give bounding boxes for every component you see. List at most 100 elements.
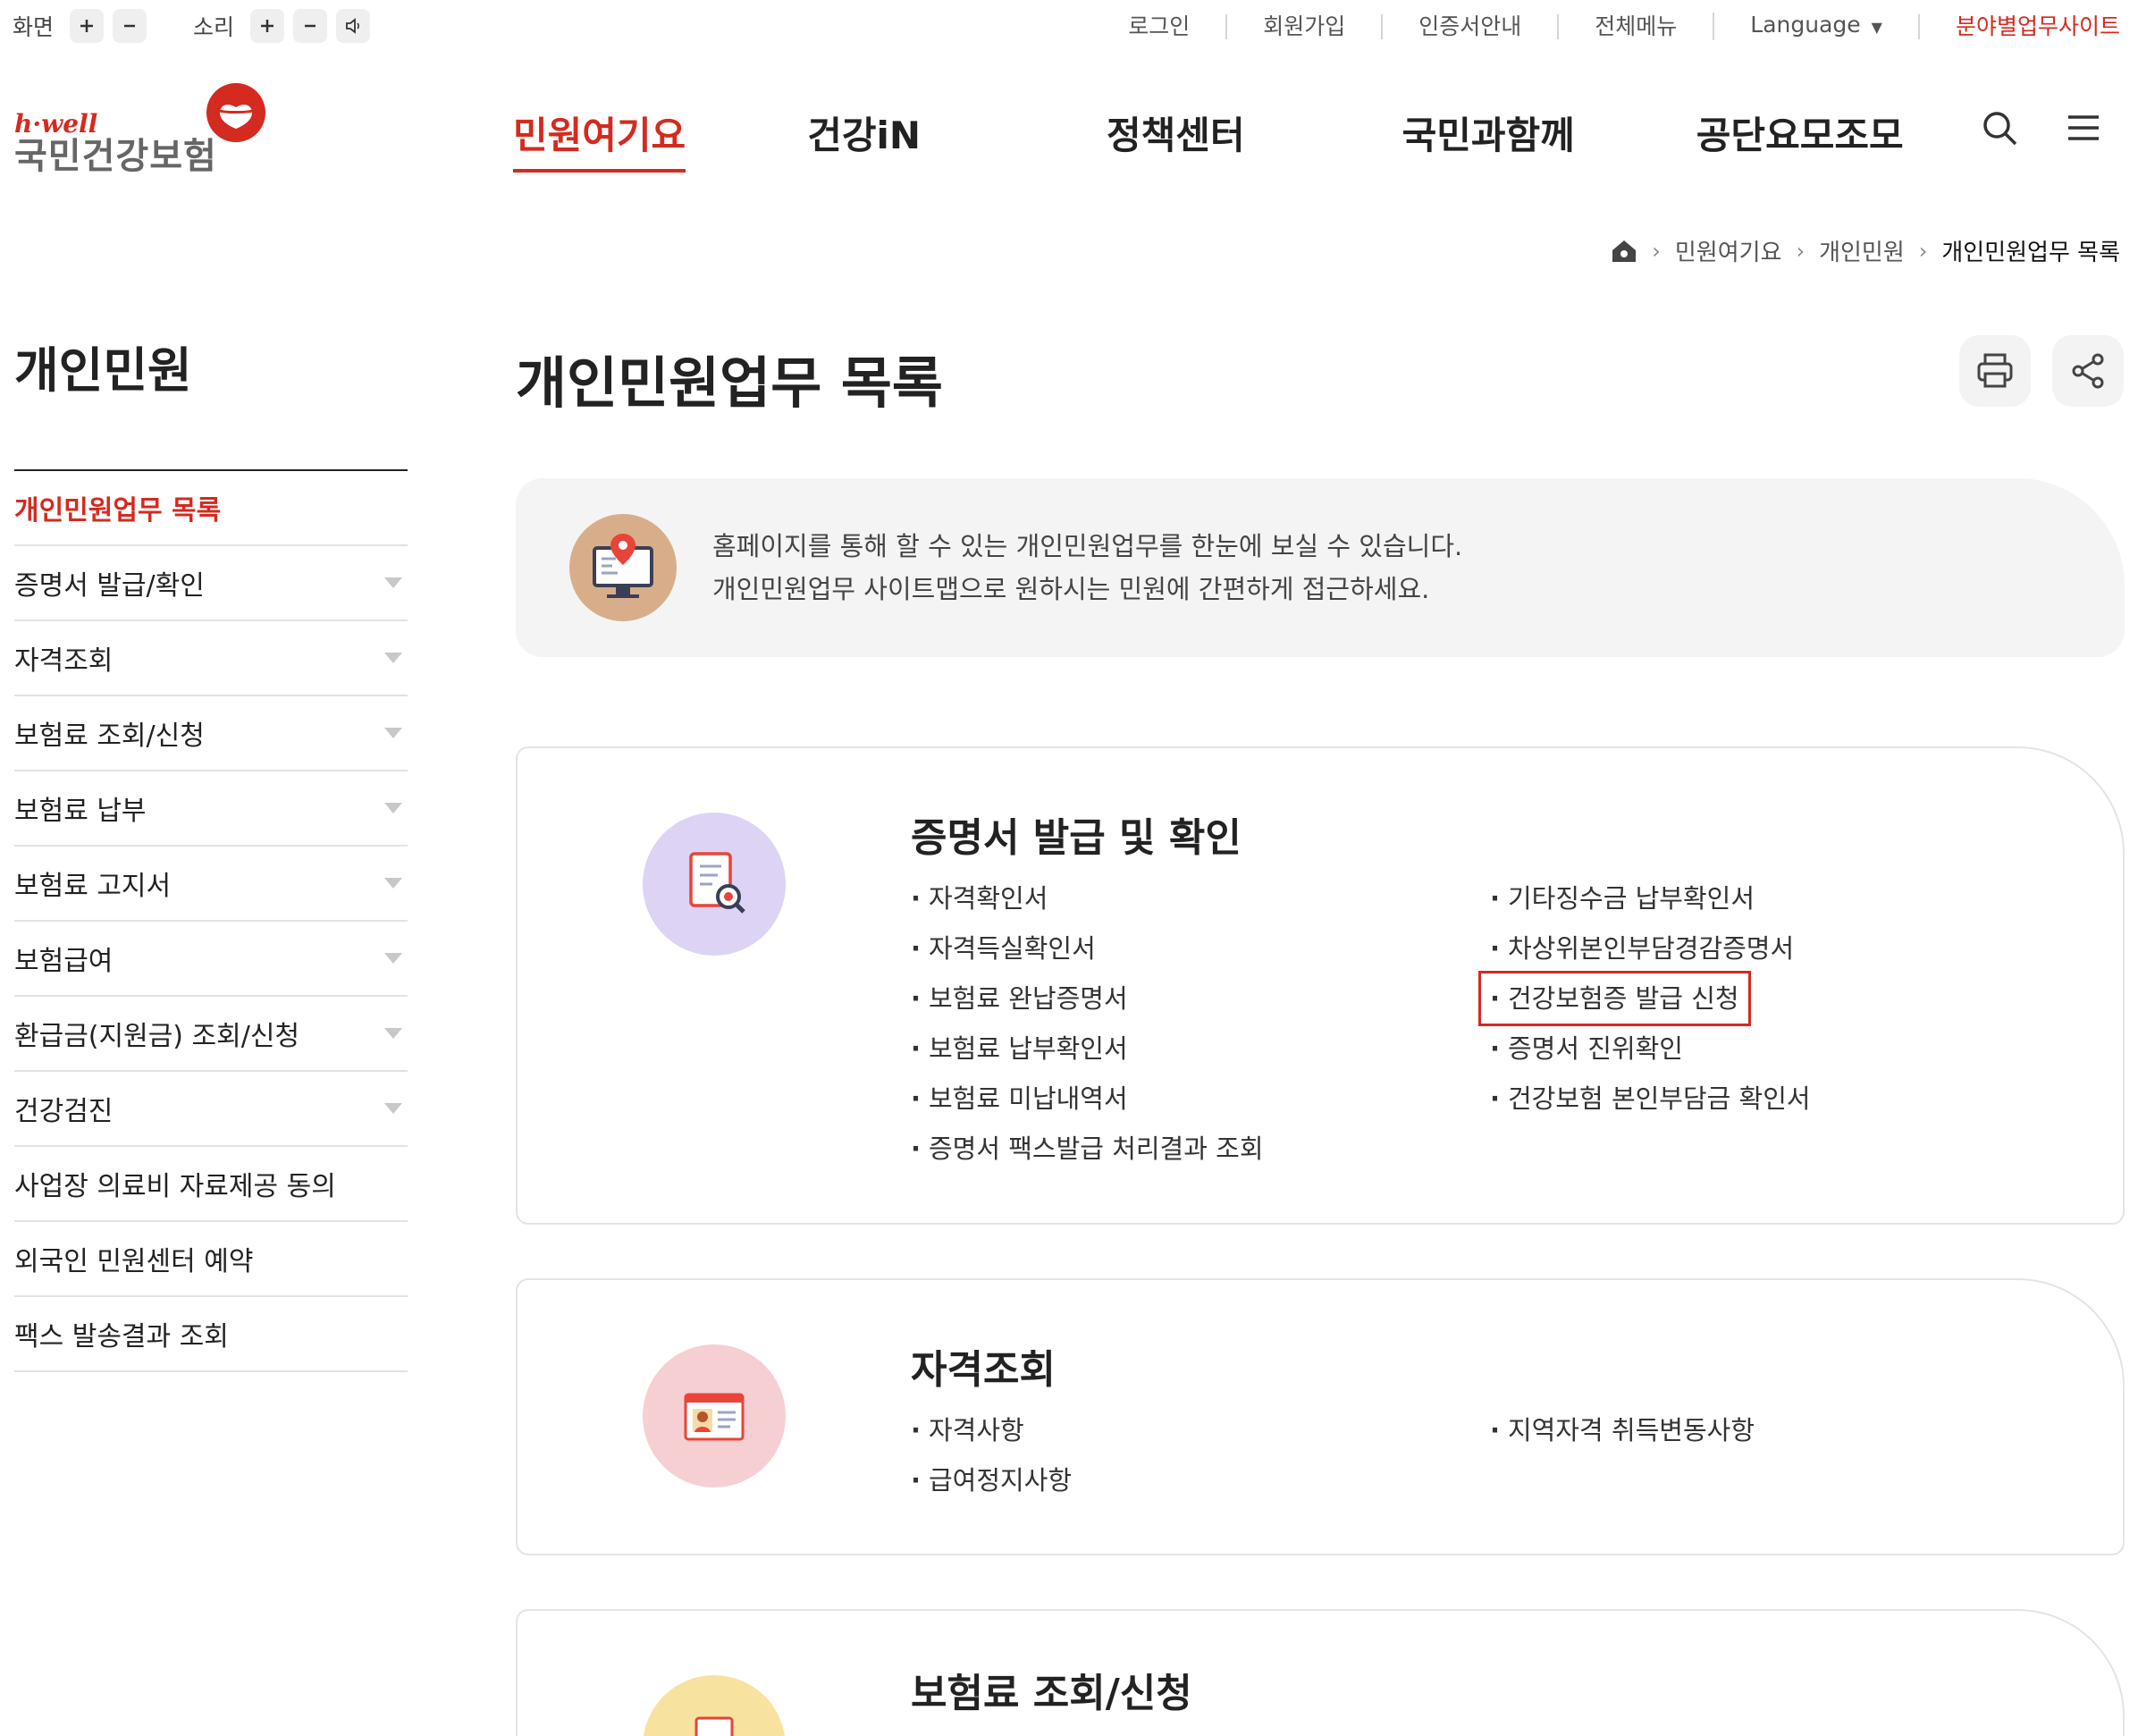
caret-down-icon — [384, 953, 402, 964]
document-magnifier-icon — [689, 852, 745, 914]
zoom-in-button[interactable] — [70, 9, 105, 43]
sidebar-item-label: 증명서 발급/확인 — [14, 570, 205, 602]
caret-down-icon — [384, 653, 402, 663]
link-other-charges-confirmation[interactable]: 기타징수금 납부확인서 — [1490, 873, 1811, 923]
sidebar-item-premium-inquiry[interactable]: 보험료 조회/신청 — [14, 696, 408, 771]
full-menu-link[interactable]: 전체메뉴 — [1557, 13, 1713, 39]
sidebar-item-certificates[interactable]: 증명서 발급/확인 — [14, 546, 408, 621]
sound-label: 소리 — [193, 14, 235, 40]
sidebar-item-label: 자격조회 — [14, 645, 114, 677]
sidebar-item-fax-result[interactable]: 팩스 발송결과 조회 — [14, 1297, 408, 1372]
sidebar-item-label: 보험료 납부 — [14, 796, 147, 827]
sidebar-item-label: 환급금(지원금) 조회/신청 — [14, 1021, 300, 1052]
heart-mascot-icon — [206, 83, 265, 142]
link-eligibility-certificate[interactable]: 자격확인서 — [911, 873, 1264, 923]
intro-text: 홈페이지를 통해 할 수 있는 개인민원업무를 한눈에 보실 수 있습니다. 개… — [712, 525, 1462, 611]
page-title: 개인민원업무 목록 — [516, 350, 943, 416]
sidebar-item-label: 외국인 민원센터 예약 — [14, 1246, 254, 1277]
section-title: 자격조회 — [911, 1347, 1056, 1393]
link-premium-unpaid-details[interactable]: 보험료 미납내역서 — [911, 1074, 1264, 1124]
breadcrumb: › 민원여기요 › 개인민원 › 개인민원업무 목록 — [1611, 234, 2120, 267]
field-sites-link[interactable]: 분야별업무사이트 — [1917, 13, 2120, 39]
link-regional-eligibility-changes[interactable]: 지역자격 취득변동사항 — [1490, 1405, 1755, 1455]
id-card-icon — [684, 1393, 745, 1441]
sidebar-item-refunds[interactable]: 환급금(지원금) 조회/신청 — [14, 997, 408, 1072]
sidebar-item-label: 팩스 발송결과 조회 — [14, 1321, 229, 1353]
sidebar-item-premium-payment[interactable]: 보험료 납부 — [14, 771, 408, 847]
nav-civil-service[interactable]: 민원여기요 — [513, 105, 686, 173]
site-logo[interactable]: h·well 국민건강보험 — [14, 80, 282, 179]
sidebar-item-foreigner-reservation[interactable]: 외국인 민원센터 예약 — [14, 1222, 408, 1297]
language-select[interactable]: Language ▼ — [1713, 13, 1918, 40]
sound-group: 소리 — [193, 9, 379, 43]
link-benefit-suspension[interactable]: 급여정지사항 — [911, 1455, 1072, 1505]
sidebar-item-benefits[interactable]: 보험급여 — [14, 922, 408, 997]
breadcrumb-current: 개인민원업무 목록 — [1941, 240, 2120, 266]
minus-icon — [305, 24, 316, 28]
certificate-guide-link[interactable]: 인증서안내 — [1381, 13, 1557, 39]
volume-up-button[interactable] — [250, 9, 285, 43]
share-icon — [2072, 353, 2104, 389]
plus-icon — [261, 20, 274, 32]
sidebar-item-eligibility[interactable]: 자격조회 — [14, 621, 408, 696]
section-links-left: 자격확인서 자격득실확인서 보험료 완납증명서 보험료 납부확인서 보험료 미납… — [911, 873, 1264, 1174]
hamburger-menu-icon[interactable] — [2065, 109, 2102, 147]
chevron-right-icon: › — [1918, 238, 1928, 264]
section-links-right: 기타징수금 납부확인서 차상위본인부담경감증명서 건강보험증 발급 신청 증명서… — [1478, 873, 1811, 1124]
monitor-location-pin-icon — [593, 534, 653, 598]
login-link[interactable]: 로그인 — [1092, 13, 1225, 39]
zoom-out-button[interactable] — [113, 9, 147, 43]
section-title: 증명서 발급 및 확인 — [911, 815, 1242, 861]
caret-down-icon — [384, 1103, 402, 1114]
utility-links: 로그인 회원가입 인증서안내 전체메뉴 Language ▼ 분야별업무사이트 — [1092, 13, 2120, 40]
sidebar-item-health-checkup[interactable]: 건강검진 — [14, 1072, 408, 1147]
link-eligibility-history[interactable]: 자격득실확인서 — [911, 923, 1264, 973]
accessibility-controls: 화면 소리 — [13, 9, 417, 43]
link-fax-issue-result[interactable]: 증명서 팩스발급 처리결과 조회 — [911, 1124, 1264, 1174]
share-button[interactable] — [2052, 335, 2124, 407]
home-icon[interactable] — [1611, 239, 1637, 264]
link-health-card-issuance[interactable]: 건강보험증 발급 신청 — [1478, 971, 1751, 1026]
plus-icon — [80, 20, 94, 32]
sidebar-menu: 개인민원업무 목록 증명서 발급/확인 자격조회 보험료 조회/신청 보험료 납… — [14, 471, 408, 1372]
speaker-button[interactable] — [336, 9, 371, 43]
breadcrumb-item[interactable]: 민원여기요 — [1675, 234, 1782, 267]
nav-about-nhis[interactable]: 공단요모조모 — [1696, 105, 1904, 160]
nav-policy-center[interactable]: 정책센터 — [1107, 105, 1245, 160]
breadcrumb-item[interactable]: 개인민원 — [1819, 234, 1905, 267]
volume-down-button[interactable] — [293, 9, 328, 43]
link-eligibility-details[interactable]: 자격사항 — [911, 1405, 1072, 1455]
link-certificate-verification[interactable]: 증명서 진위확인 — [1490, 1024, 1811, 1074]
link-premium-paid-certificate[interactable]: 보험료 완납증명서 — [911, 973, 1264, 1024]
nav-with-citizens[interactable]: 국민과함께 — [1402, 105, 1575, 160]
link-copayment-confirmation[interactable]: 건강보험 본인부담금 확인서 — [1490, 1074, 1811, 1124]
language-label: Language — [1750, 12, 1861, 38]
sidebar-item-label: 개인민원업무 목록 — [14, 495, 222, 527]
sidebar-title: 개인민원 — [14, 342, 192, 399]
link-near-poverty-certificate[interactable]: 차상위본인부담경감증명서 — [1490, 923, 1811, 973]
section-eligibility: 자격조회 자격사항 급여정지사항 지역자격 취득변동사항 — [516, 1278, 2125, 1555]
link-premium-payment-confirmation[interactable]: 보험료 납부확인서 — [911, 1024, 1264, 1074]
sidebar-item-label: 보험급여 — [14, 946, 114, 977]
sidebar-item-premium-notice[interactable]: 보험료 고지서 — [14, 847, 408, 922]
print-button[interactable] — [1959, 335, 2031, 407]
sidebar-item-label: 보험료 조회/신청 — [14, 721, 205, 752]
intro-line: 개인민원업무 사이트맵으로 원하시는 민원에 간편하게 접근하세요. — [712, 574, 1430, 604]
sidebar-item-label: 사업장 의료비 자료제공 동의 — [14, 1171, 336, 1202]
caret-down-icon — [384, 878, 402, 889]
signup-link[interactable]: 회원가입 — [1225, 13, 1381, 39]
intro-icon-badge — [569, 514, 677, 621]
nav-health-in[interactable]: 건강iN — [807, 105, 921, 160]
screen-label: 화면 — [13, 14, 55, 40]
caret-down-icon — [384, 803, 402, 813]
section-icon-badge — [643, 813, 786, 956]
logo-name: 국민건강보험 — [14, 136, 217, 177]
caret-down-icon — [384, 728, 402, 738]
chevron-right-icon: › — [1796, 238, 1806, 264]
sidebar-item-medical-data-consent[interactable]: 사업장 의료비 자료제공 동의 — [14, 1147, 408, 1222]
search-icon[interactable] — [1981, 109, 2018, 147]
section-certificates: 증명서 발급 및 확인 자격확인서 자격득실확인서 보험료 완납증명서 보험료 … — [516, 746, 2125, 1225]
chevron-right-icon: › — [1652, 238, 1661, 264]
main-navigation: 민원여기요 건강iN 정책센터 국민과함께 공단요모조모 — [513, 105, 1904, 173]
sidebar-item-civil-list[interactable]: 개인민원업무 목록 — [14, 471, 408, 546]
